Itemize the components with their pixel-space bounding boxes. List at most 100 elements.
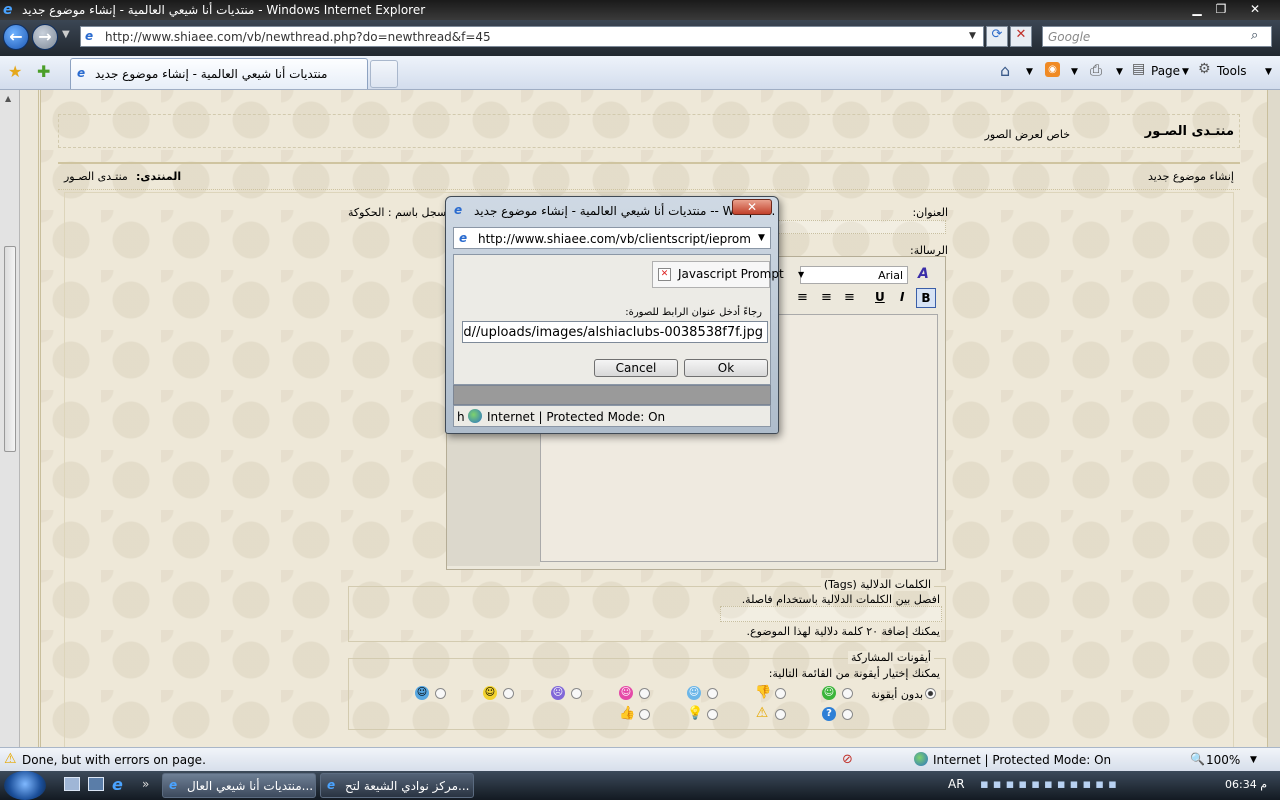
align-left-icon[interactable]: ≡: [797, 290, 808, 305]
question-icon: ?: [822, 707, 836, 721]
system-tray-icons[interactable]: ▪▪▪▪▪▪▪▪▪▪▪: [980, 777, 1121, 792]
quick-launch-ie-icon[interactable]: e: [112, 775, 123, 794]
title-bar: e منتديات أنا شيعي العالمية - إنشاء موضو…: [0, 0, 1280, 20]
task2-ie-icon: e: [327, 778, 336, 792]
radio-icon-10[interactable]: [707, 709, 718, 720]
print-dropdown-icon[interactable]: ▼: [1116, 67, 1123, 77]
close-window-button[interactable]: ✕: [1244, 1, 1266, 17]
tab-page-icon: e: [77, 66, 86, 80]
radio-icon-11[interactable]: [639, 709, 650, 720]
favorites-star-icon[interactable]: ★: [8, 62, 22, 81]
align-center-icon[interactable]: ≡: [821, 290, 832, 305]
radio-icon-4[interactable]: [639, 688, 650, 699]
page-icon: e: [85, 29, 94, 43]
radio-icon-8[interactable]: [842, 709, 853, 720]
page-dropdown-icon[interactable]: ▼: [1182, 67, 1189, 77]
smile-icon: ☺: [483, 686, 497, 700]
feeds-icon[interactable]: ◉: [1045, 62, 1060, 77]
history-dropdown-icon[interactable]: ▼: [62, 29, 70, 40]
radio-icon-7[interactable]: [435, 688, 446, 699]
clock[interactable]: 06:34 م: [1225, 778, 1267, 791]
tags-input[interactable]: [720, 606, 942, 622]
left-scrollbar[interactable]: ▲: [0, 90, 20, 747]
thumbs-down-icon: 👎: [755, 685, 772, 700]
scroll-thumb[interactable]: [4, 246, 16, 452]
warning-status-icon[interactable]: ⚠: [4, 751, 17, 767]
tags-legend: الكلمات الدلالية (Tags): [820, 578, 934, 591]
lightbulb-icon: 💡: [687, 706, 704, 721]
stop-icon[interactable]: ✕: [1010, 26, 1032, 47]
zoom-icon: 🔍: [1190, 752, 1205, 766]
dialog-url-dropdown-icon[interactable]: ▼: [758, 233, 765, 243]
minimize-button[interactable]: ▁: [1186, 1, 1208, 17]
globe-icon: [468, 409, 482, 423]
radio-no-icon[interactable]: [925, 688, 936, 699]
switch-windows-icon[interactable]: [88, 777, 104, 791]
url-dropdown-icon[interactable]: ▼: [969, 31, 976, 41]
language-indicator[interactable]: AR: [948, 777, 965, 791]
font-select[interactable]: Arial ▼: [798, 266, 908, 284]
tools-menu[interactable]: Tools: [1217, 64, 1247, 78]
radio-icon-3[interactable]: [707, 688, 718, 699]
post-icons-legend: أيقونات المشاركة: [847, 651, 934, 664]
more-quicklaunch-icon[interactable]: »: [142, 777, 149, 791]
image-url-input[interactable]: d//uploads/images/alshiaclubs-0038538f7f…: [462, 321, 768, 343]
page-menu[interactable]: Page: [1151, 64, 1180, 78]
forum-name[interactable]: منتـدى الصـور: [64, 170, 128, 183]
warning-icon: ⚠: [755, 705, 769, 721]
search-input[interactable]: Google: [1048, 30, 1090, 44]
prompt-dialog: e منتديات أنا شيعي العالمية - إنشاء موضو…: [445, 196, 784, 434]
add-favorites-icon[interactable]: ✚: [37, 62, 50, 81]
forum-title[interactable]: منتـدى الصـور: [1145, 124, 1234, 139]
new-thread-heading: إنشاء موضوع جديد: [1147, 170, 1234, 183]
taskbar-item-ie[interactable]: e منتديات أنا شيعي العال...: [162, 773, 316, 798]
radio-icon-1[interactable]: [842, 688, 853, 699]
taskbar-item-ie-2[interactable]: e مركز نوادي الشيعة لتح...: [320, 773, 474, 798]
radio-icon-2[interactable]: [775, 688, 786, 699]
feeds-dropdown-icon[interactable]: ▼: [1071, 67, 1078, 77]
title-input[interactable]: [770, 220, 946, 234]
forward-button[interactable]: →: [32, 24, 58, 50]
internet-zone-icon: [914, 752, 928, 766]
start-button[interactable]: [4, 771, 46, 800]
tab-active[interactable]: e منتديات أنا شيعي العالمية - إنشاء موضو…: [70, 58, 368, 89]
radio-icon-5[interactable]: [571, 688, 582, 699]
font-dropdown-icon[interactable]: ▼: [798, 270, 804, 279]
task1-ie-icon: e: [169, 778, 178, 792]
ok-button[interactable]: Ok: [684, 359, 768, 377]
breadcrumb-bar: [58, 162, 1240, 190]
dialog-body: ✕ Javascript Prompt رجاءً أدخل عنوان الر…: [453, 254, 784, 385]
remove-format-icon[interactable]: A: [918, 266, 929, 282]
dialog-close-button[interactable]: ✕: [732, 199, 772, 215]
zoom-dropdown-icon[interactable]: ▼: [1250, 755, 1257, 765]
zoom-level[interactable]: 100%: [1206, 753, 1240, 767]
new-tab-button[interactable]: [370, 60, 398, 88]
no-icon-label: بدون أيقونة: [871, 688, 924, 701]
zone-text[interactable]: Internet | Protected Mode: On: [933, 753, 1111, 767]
ie-logo-icon: e: [3, 2, 13, 18]
bold-button[interactable]: B: [916, 288, 936, 308]
refresh-icon[interactable]: ⟳: [986, 26, 1008, 47]
italic-icon[interactable]: I: [900, 290, 904, 304]
align-right-icon[interactable]: ≡: [844, 290, 855, 305]
tools-dropdown-icon[interactable]: ▼: [1265, 67, 1272, 77]
scroll-up-icon[interactable]: ▲: [5, 94, 11, 103]
home-icon[interactable]: ⌂: [1000, 61, 1010, 80]
cancel-button[interactable]: Cancel: [594, 359, 678, 377]
address-bar[interactable]: e http://www.shiaee.com/vb/newthread.php…: [80, 26, 984, 47]
search-box[interactable]: Google ⌕: [1042, 26, 1272, 47]
underline-icon[interactable]: U: [875, 290, 885, 304]
task1-label: منتديات أنا شيعي العال...: [187, 779, 314, 793]
back-button[interactable]: ←: [3, 24, 29, 50]
radio-icon-6[interactable]: [503, 688, 514, 699]
grin-icon: ☺: [822, 686, 836, 700]
show-desktop-icon[interactable]: [64, 777, 80, 791]
status-message: Done, but with errors on page.: [22, 753, 206, 767]
search-icon[interactable]: ⌕: [1251, 28, 1258, 43]
print-icon[interactable]: ⎙: [1090, 61, 1102, 79]
home-dropdown-icon[interactable]: ▼: [1026, 67, 1033, 77]
popup-blocker-icon[interactable]: ⊘: [842, 752, 853, 767]
tags-limit-text: يمكنك إضافة ٢٠ كلمة دلالية لهذا الموضوع.: [746, 625, 940, 638]
radio-icon-9[interactable]: [775, 709, 786, 720]
maximize-button[interactable]: ❐: [1210, 1, 1232, 17]
